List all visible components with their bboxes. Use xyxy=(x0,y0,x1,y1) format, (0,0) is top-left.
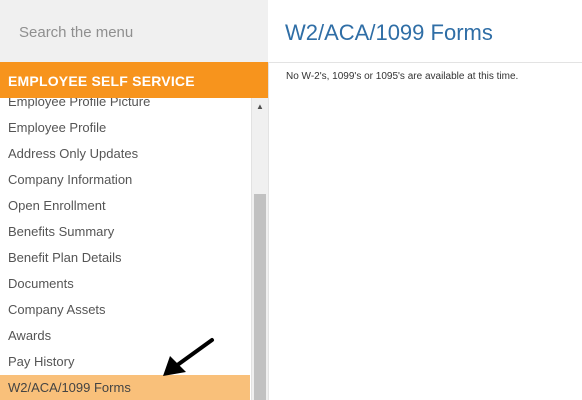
scroll-up-icon[interactable]: ▲ xyxy=(252,98,268,115)
forms-panel: No W-2's, 1099's or 1095's are available… xyxy=(268,62,582,400)
menu-scrollbar[interactable]: ▲ xyxy=(251,98,268,400)
scrollbar-thumb[interactable] xyxy=(254,194,266,400)
content-area: W2/ACA/1099 Forms No W-2's, 1099's or 10… xyxy=(268,0,582,400)
sidebar-item-open-enrollment[interactable]: Open Enrollment xyxy=(0,193,250,219)
sidebar-item-benefit-plan-details[interactable]: Benefit Plan Details xyxy=(0,245,250,271)
empty-state-message: No W-2's, 1099's or 1095's are available… xyxy=(286,71,519,82)
arrow-icon xyxy=(163,338,214,376)
sidebar-item-employee-profile-picture[interactable]: Employee Profile Picture xyxy=(0,98,250,115)
sidebar: EMPLOYEE SELF SERVICE Employee Profile P… xyxy=(0,0,268,400)
sidebar-item-address-only-updates[interactable]: Address Only Updates xyxy=(0,141,250,167)
sidebar-item-documents[interactable]: Documents xyxy=(0,271,250,297)
page-title: W2/ACA/1099 Forms xyxy=(285,20,493,45)
menu-scroll-area: Employee Profile Picture Employee Profil… xyxy=(0,98,268,400)
sidebar-item-benefits-summary[interactable]: Benefits Summary xyxy=(0,219,250,245)
sidebar-item-company-assets[interactable]: Company Assets xyxy=(0,297,250,323)
search-menu-input[interactable] xyxy=(0,10,250,54)
section-header-employee-self-service[interactable]: EMPLOYEE SELF SERVICE xyxy=(0,62,268,98)
sidebar-item-employee-profile[interactable]: Employee Profile xyxy=(0,115,250,141)
sidebar-item-company-information[interactable]: Company Information xyxy=(0,167,250,193)
